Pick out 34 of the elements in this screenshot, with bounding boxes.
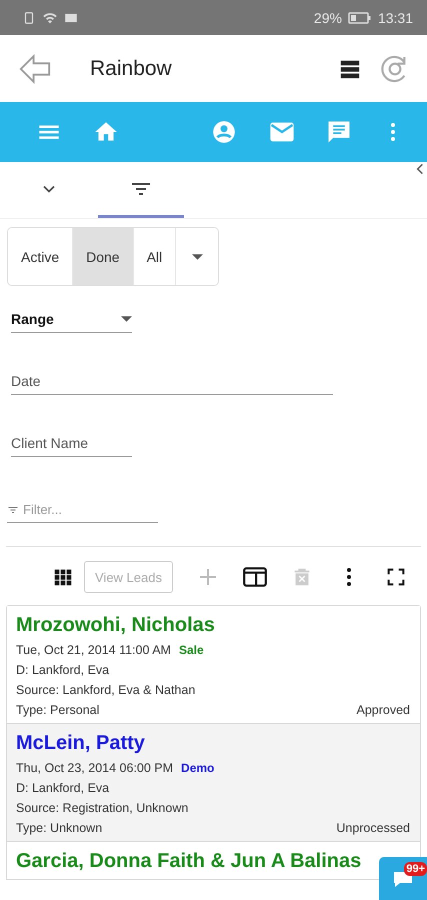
lead-datetime: Tue, Oct 21, 2014 11:00 AM	[16, 643, 171, 657]
filter-field[interactable]: Filter...	[23, 502, 143, 517]
lead-source: Source: Registration, Unknown	[16, 801, 188, 815]
lead-source: Source: Lankford, Eva & Nathan	[16, 683, 196, 697]
fullscreen-icon[interactable]	[385, 566, 408, 588]
lead-name: Garcia, Donna Faith & Jun A Balinas	[16, 850, 362, 873]
account-icon[interactable]	[211, 119, 237, 145]
range-dropdown[interactable]: Range	[11, 306, 132, 333]
caret-icon	[121, 316, 132, 322]
unread-badge: 99+	[404, 862, 427, 876]
date-field[interactable]: Date	[11, 368, 333, 395]
client-name-field[interactable]: Client Name	[11, 430, 132, 457]
page-title: Rainbow	[90, 56, 173, 80]
lead-status: Unprocessed	[336, 821, 410, 835]
lead-type: Type: Personal	[16, 703, 100, 717]
battery-percent: 29%	[314, 10, 342, 26]
lead-name: Mrozowohi, Nicholas	[16, 614, 216, 637]
clock-time: 13:31	[378, 10, 413, 26]
lead-card[interactable]: McLein, Patty Thu, Oct 23, 2014 06:00 PM Demo D: Lankford, Eva Source: Registration, Unknown Type: Unknown Unprocessed	[7, 724, 420, 842]
lead-status: Approved	[356, 703, 410, 717]
lead-datetime: Thu, Oct 23, 2014 06:00 PM	[16, 761, 174, 775]
lead-designer: D: Lankford, Eva	[16, 781, 110, 795]
caret-icon	[192, 254, 203, 260]
lead-type: Type: Unknown	[16, 821, 102, 835]
sim-icon	[22, 10, 36, 24]
lead-tag: Demo	[181, 761, 214, 775]
segment-button[interactable]: Active	[8, 228, 74, 285]
lead-designer: D: Lankford, Eva	[16, 663, 110, 677]
lead-tag: Sale	[178, 643, 204, 657]
lead-card[interactable]: Mrozowohi, Nicholas Tue, Oct 21, 2014 11:00 AM Sale D: Lankford, Eva Source: Lankford, Eva & Nathan Type: Personal Approved	[7, 606, 420, 724]
lead-name: McLein, Patty	[16, 732, 146, 755]
segment-button[interactable]: Done	[73, 228, 134, 285]
back-arrow-icon[interactable]	[18, 52, 52, 86]
chat-button[interactable]: 99+	[379, 857, 427, 900]
